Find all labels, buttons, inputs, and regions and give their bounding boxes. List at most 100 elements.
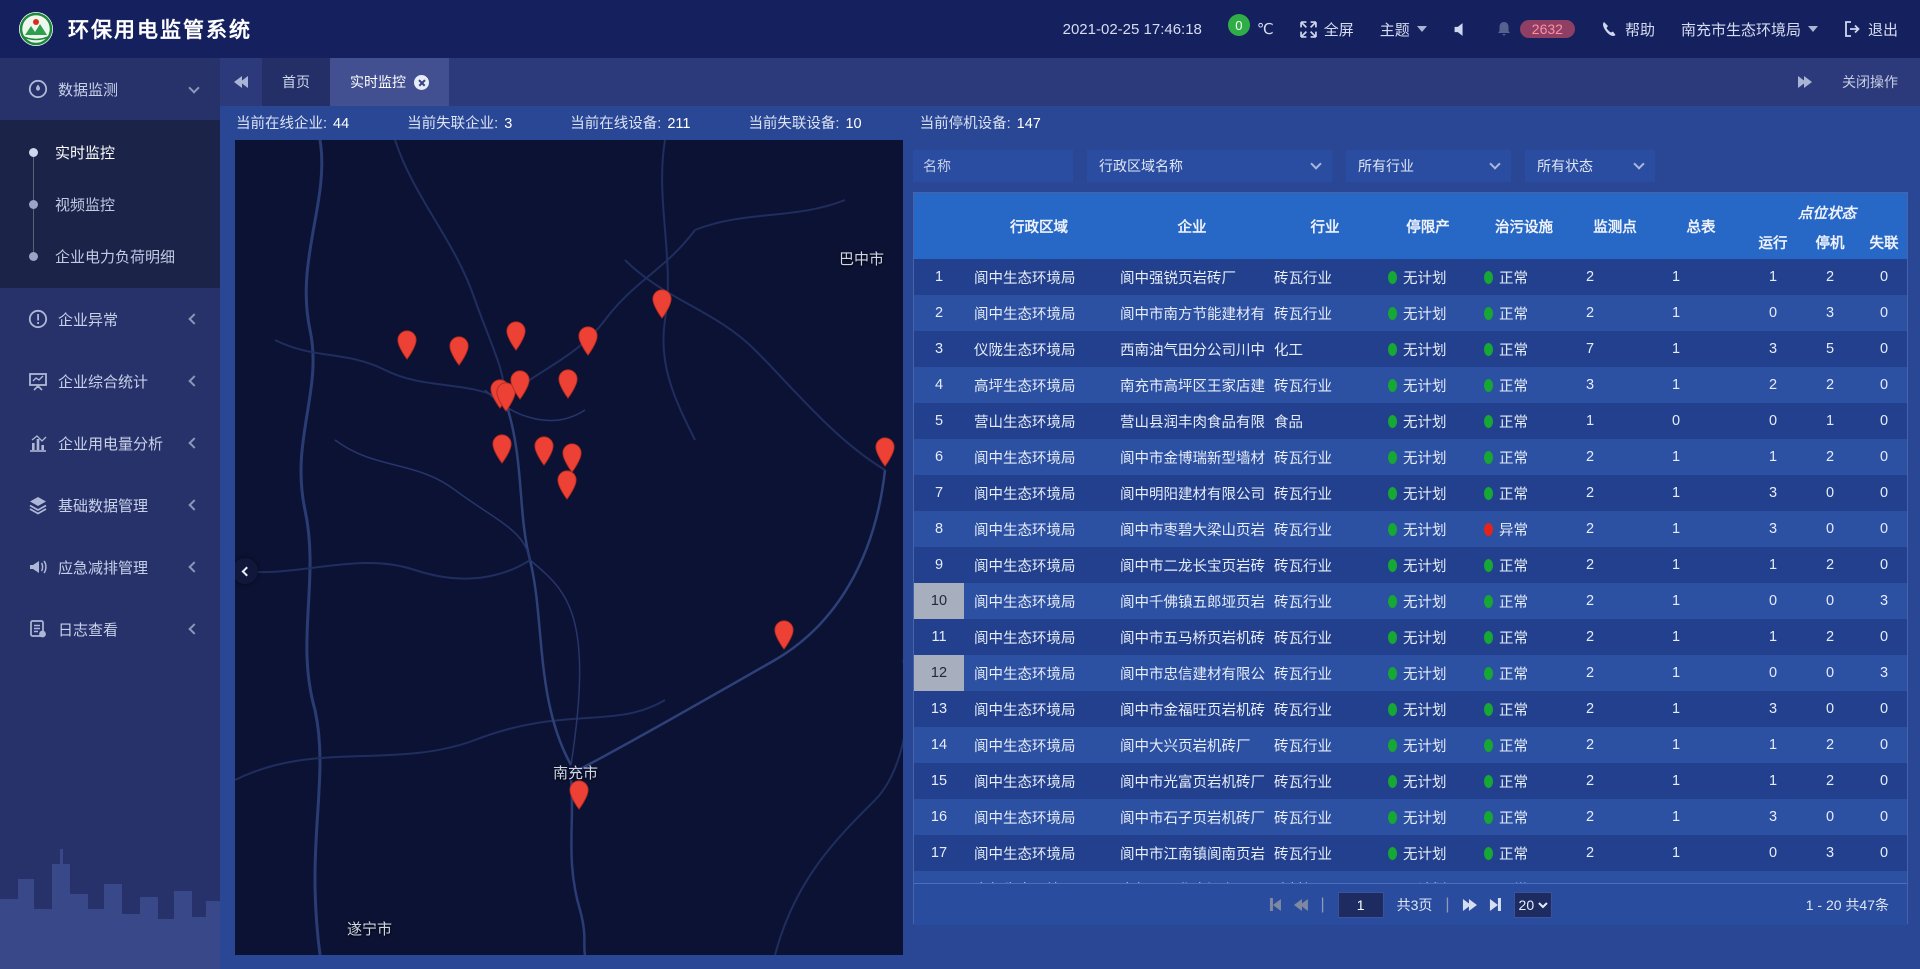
cell-company[interactable]: 阆中市光富页岩机砖厂 (1114, 763, 1270, 799)
cell-company[interactable]: 阆中大兴页岩机砖厂 (1114, 727, 1270, 763)
cell-company[interactable]: 西南油气田分公司川中 (1114, 331, 1270, 367)
cell-company[interactable]: 南充市高坪区王家店建 (1114, 367, 1270, 403)
table-row[interactable]: 2阆中生态环境局阆中市南方节能建材有砖瓦行业无计划正常21030 (914, 295, 1907, 331)
cell-company[interactable]: 阆中市南方节能建材有 (1114, 295, 1270, 331)
table-row[interactable]: 15阆中生态环境局阆中市光富页岩机砖厂砖瓦行业无计划正常21120 (914, 763, 1907, 799)
table-body: 1阆中生态环境局阆中强锐页岩砖厂砖瓦行业无计划正常211202阆中生态环境局阆中… (914, 259, 1907, 883)
status-dot-icon (1388, 595, 1397, 608)
table-row[interactable]: 13阆中生态环境局阆中市金福旺页岩机砖砖瓦行业无计划正常21300 (914, 691, 1907, 727)
table-row[interactable]: 4高坪生态环境局南充市高坪区王家店建砖瓦行业无计划正常31220 (914, 367, 1907, 403)
map-pin[interactable] (774, 620, 794, 650)
cell-company[interactable]: 阆中市石子页岩机砖厂 (1114, 799, 1270, 835)
map-pin[interactable] (557, 470, 577, 500)
map-pin[interactable] (534, 436, 554, 466)
name-search-input[interactable] (913, 150, 1073, 182)
cell-company[interactable]: 阆中明阳建材有限公司 (1114, 475, 1270, 511)
help-button[interactable]: 帮助 (1601, 19, 1655, 40)
cell-company[interactable]: 阆中市二龙长宝页岩砖 (1114, 547, 1270, 583)
row-number: 12 (914, 655, 964, 691)
map-pin[interactable] (562, 443, 582, 473)
tab-close-icon[interactable] (414, 75, 429, 90)
sidebar-subitem[interactable]: 视频监控 (0, 178, 220, 230)
prev-page-button[interactable] (1293, 899, 1307, 911)
region-select[interactable]: 行政区域名称 (1087, 150, 1332, 182)
table-row[interactable]: 11阆中生态环境局阆中市五马桥页岩机砖砖瓦行业无计划正常21120 (914, 619, 1907, 655)
table-row[interactable]: 6阆中生态环境局阆中市金博瑞新型墙材砖瓦行业无计划正常21120 (914, 439, 1907, 475)
cell-company[interactable]: 阆中市金福旺页岩机砖 (1114, 691, 1270, 727)
tab-home[interactable]: 首页 (262, 58, 330, 106)
table-row[interactable]: 12阆中生态环境局阆中市忠信建材有限公砖瓦行业无计划正常21003 (914, 655, 1907, 691)
tabs-scroll-left-button[interactable] (220, 58, 262, 106)
cell-company[interactable]: 营山县润丰肉食品有限 (1114, 403, 1270, 439)
page-number-input[interactable] (1338, 892, 1384, 918)
cell-stopped: 2 (1802, 763, 1858, 799)
cell-total-meter: 1 (1658, 691, 1744, 727)
org-user-dropdown[interactable]: 南充市生态环境局 (1681, 19, 1818, 40)
map-pin[interactable] (510, 370, 530, 400)
table-row[interactable]: 18南部生态环境局南部县双华水泥有限公建材加工无计划正常60060 (914, 871, 1907, 883)
cell-industry: 砖瓦行业 (1270, 511, 1380, 547)
sidebar-item-logs[interactable]: 日志查看 (0, 598, 220, 660)
map-canvas[interactable]: 巴中市南充市遂宁市 (235, 140, 903, 955)
cell-company[interactable]: 阆中市江南镇阆南页岩 (1114, 835, 1270, 871)
tabs-scroll-right-button[interactable] (1798, 76, 1812, 88)
sidebar-item-enterprise-abnormal[interactable]: 企业异常 (0, 288, 220, 350)
cell-industry: 食品 (1270, 403, 1380, 439)
last-page-button[interactable] (1490, 898, 1501, 911)
next-page-button[interactable] (1463, 899, 1477, 911)
cell-company[interactable]: 阆中市枣碧大梁山页岩 (1114, 511, 1270, 547)
cell-company[interactable]: 阆中市五马桥页岩机砖 (1114, 619, 1270, 655)
sidebar-subitem[interactable]: 实时监控 (0, 126, 220, 178)
voice-mute-button[interactable] (1453, 21, 1470, 38)
table-row[interactable]: 1阆中生态环境局阆中强锐页岩砖厂砖瓦行业无计划正常21120 (914, 259, 1907, 295)
tab-realtime-monitor[interactable]: 实时监控 (330, 58, 449, 106)
table-row[interactable]: 17阆中生态环境局阆中市江南镇阆南页岩砖瓦行业无计划正常21030 (914, 835, 1907, 871)
map-pin[interactable] (397, 330, 417, 360)
map-pin[interactable] (449, 336, 469, 366)
table-row[interactable]: 9阆中生态环境局阆中市二龙长宝页岩砖砖瓦行业无计划正常21120 (914, 547, 1907, 583)
industry-select[interactable]: 所有行业 (1346, 150, 1511, 182)
map-pin[interactable] (558, 369, 578, 399)
table-row[interactable]: 5营山生态环境局营山县润丰肉食品有限食品无计划正常10010 (914, 403, 1907, 439)
cell-stop-limit: 无计划 (1380, 367, 1476, 403)
sidebar-item-emergency[interactable]: 应急减排管理 (0, 536, 220, 598)
cell-monitor-points: 2 (1572, 655, 1658, 691)
map-pin[interactable] (506, 321, 526, 351)
table-row[interactable]: 3仪陇生态环境局西南油气田分公司川中化工无计划正常71350 (914, 331, 1907, 367)
sidebar-subitem[interactable]: 企业电力负荷明细 (0, 230, 220, 282)
cell-industry: 砖瓦行业 (1270, 655, 1380, 691)
logout-button[interactable]: 退出 (1844, 19, 1898, 40)
table-row[interactable]: 8阆中生态环境局阆中市枣碧大梁山页岩砖瓦行业无计划异常21300 (914, 511, 1907, 547)
cell-company[interactable]: 阆中市金博瑞新型墙材 (1114, 439, 1270, 475)
sidebar-item-base-data[interactable]: 基础数据管理 (0, 474, 220, 536)
map-pin[interactable] (578, 326, 598, 356)
map-pin[interactable] (875, 437, 895, 467)
table-row[interactable]: 16阆中生态环境局阆中市石子页岩机砖厂砖瓦行业无计划正常21300 (914, 799, 1907, 835)
sidebar-item-data-monitor[interactable]: 数据监测 (0, 58, 220, 120)
double-left-arrow-icon (234, 76, 248, 88)
cell-company[interactable]: 阆中市忠信建材有限公 (1114, 655, 1270, 691)
table-row[interactable]: 14阆中生态环境局阆中大兴页岩机砖厂砖瓦行业无计划正常21120 (914, 727, 1907, 763)
cell-company[interactable]: 阆中千佛镇五郎垭页岩 (1114, 583, 1270, 619)
row-number: 17 (914, 835, 964, 871)
table-row[interactable]: 7阆中生态环境局阆中明阳建材有限公司砖瓦行业无计划正常21300 (914, 475, 1907, 511)
sidebar-item-enterprise-stats[interactable]: 企业综合统计 (0, 350, 220, 412)
status-select[interactable]: 所有状态 (1525, 150, 1655, 182)
map-pin[interactable] (492, 434, 512, 464)
map-pin[interactable] (652, 289, 672, 319)
page-size-select[interactable]: 20 (1514, 892, 1552, 918)
status-dot-icon (1388, 343, 1397, 356)
chevron-left-icon (188, 499, 199, 510)
cell-running: 1 (1744, 439, 1802, 475)
theme-dropdown[interactable]: 主题 (1380, 19, 1427, 40)
notification-bell[interactable]: 2632 (1496, 20, 1575, 38)
table-row[interactable]: 10阆中生态环境局阆中千佛镇五郎垭页岩砖瓦行业无计划正常21003 (914, 583, 1907, 619)
cell-company[interactable]: 南部县双华水泥有限公 (1114, 871, 1270, 883)
cell-company[interactable]: 阆中强锐页岩砖厂 (1114, 259, 1270, 295)
map-pin[interactable] (569, 780, 589, 810)
fullscreen-button[interactable]: 全屏 (1300, 19, 1354, 40)
sidebar-item-power-analysis[interactable]: 企业用电量分析 (0, 412, 220, 474)
status-dot-icon (1484, 559, 1493, 572)
first-page-button[interactable] (1269, 898, 1280, 911)
close-operations-button[interactable]: 关闭操作 (1842, 72, 1898, 92)
